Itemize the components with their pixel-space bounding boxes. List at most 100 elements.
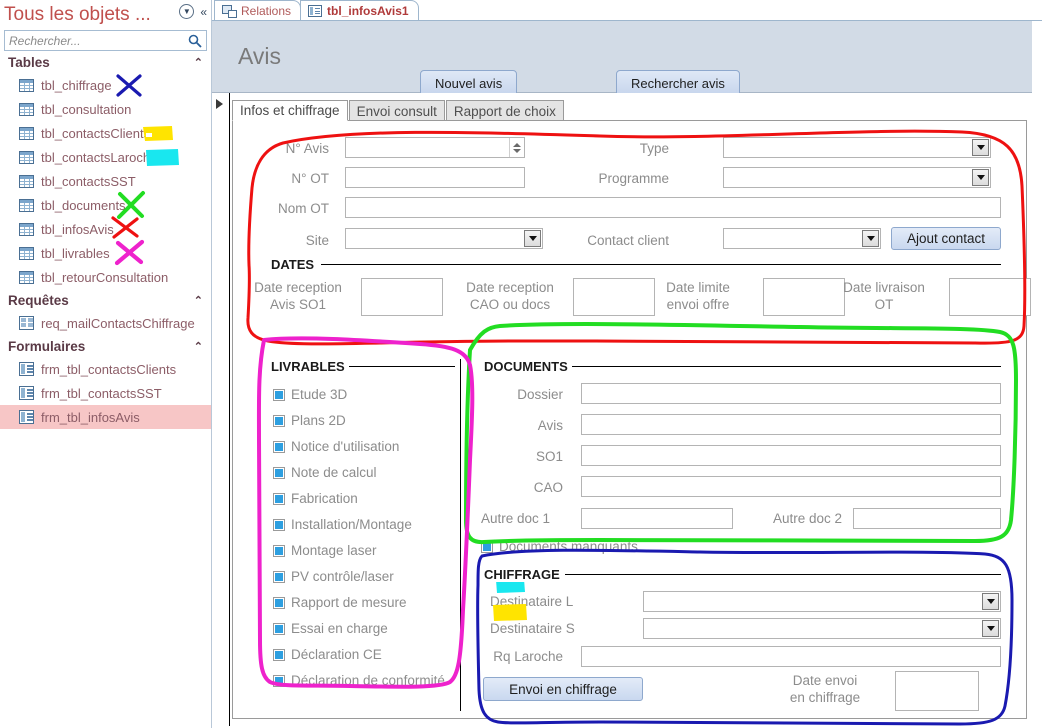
checkbox-icon[interactable]	[273, 622, 285, 635]
envoi-en-chiffrage-button[interactable]: Envoi en chiffrage	[483, 677, 643, 701]
documents-manquants-checkbox-row[interactable]: Documents manquants	[481, 539, 638, 554]
livrable-declaration-de-conformite[interactable]: Déclaration de conformité	[273, 673, 445, 688]
chevron-down-icon[interactable]	[862, 230, 879, 247]
nav-item-label: tbl_contactsSST	[41, 173, 136, 189]
navigation-pane-header: Tous les objets ... ▼ «	[0, 0, 211, 28]
group-header-requetes[interactable]: Requêtes ⌃	[0, 289, 211, 311]
n-avis-input[interactable]	[345, 137, 525, 158]
avis-input[interactable]	[581, 414, 1001, 435]
tab-control: Infos et chiffrage Envoi consult Rapport…	[232, 99, 1031, 719]
nav-item-tbl-contactsclients[interactable]: tbl_contactsClients	[0, 121, 211, 145]
nom-ot-input[interactable]	[345, 197, 1001, 218]
destinataire-laroche-combo[interactable]	[643, 591, 1001, 612]
nav-item-frm-tbl-contactsclients[interactable]: frm_tbl_contactsClients	[0, 357, 211, 381]
nav-item-tbl-livrables[interactable]: tbl_livrables	[0, 241, 211, 265]
nav-item-tbl-documents[interactable]: tbl_documents	[0, 193, 211, 217]
query-icon	[19, 316, 34, 330]
chevron-down-icon[interactable]	[972, 139, 989, 156]
autre-doc-2-input[interactable]	[853, 508, 1001, 529]
checkbox-icon[interactable]	[273, 544, 285, 557]
nav-item-tbl-consultation[interactable]: tbl_consultation	[0, 97, 211, 121]
livrable-label: Montage laser	[291, 543, 377, 558]
checkbox-icon[interactable]	[481, 540, 493, 553]
main-area: Relations tbl_infosAvis1 Avis Nouvel avi…	[212, 0, 1042, 728]
livrable-installation-montage[interactable]: Installation/Montage	[273, 517, 412, 532]
destinataire-sst-label: Destinataire S	[490, 621, 575, 636]
checkbox-icon[interactable]	[273, 492, 285, 505]
livrable-fabrication[interactable]: Fabrication	[273, 491, 358, 506]
site-combo[interactable]	[345, 228, 543, 249]
livrable-pv-controle-laser[interactable]: PV contrôle/laser	[273, 569, 394, 584]
chevron-up-icon[interactable]: ⌃	[194, 294, 203, 307]
dossier-label: Dossier	[517, 387, 563, 402]
nav-item-frm-tbl-contactssst[interactable]: frm_tbl_contactsSST	[0, 381, 211, 405]
tab-envoi-consult[interactable]: Envoi consult	[348, 100, 445, 121]
record-arrow-icon	[216, 99, 223, 109]
table-icon	[19, 126, 34, 140]
double-chevron-left-icon[interactable]: «	[200, 6, 207, 18]
livrable-declaration-ce[interactable]: Déclaration CE	[273, 647, 382, 662]
rq-laroche-input[interactable]	[581, 646, 1001, 667]
group-header-formulaires[interactable]: Formulaires ⌃	[0, 335, 211, 357]
chevron-down-icon[interactable]	[972, 169, 989, 186]
checkbox-icon[interactable]	[273, 440, 285, 453]
nav-item-frm-tbl-infosavis[interactable]: frm_tbl_infosAvis	[0, 405, 211, 429]
nav-item-tbl-chiffrage[interactable]: tbl_chiffrage	[0, 73, 211, 97]
livrable-notice-utilisation[interactable]: Notice d'utilisation	[273, 439, 399, 454]
record-selector[interactable]	[212, 93, 230, 726]
nav-item-label: frm_tbl_infosAvis	[41, 409, 140, 425]
date-envoi-en-chiffrage-input[interactable]	[895, 671, 979, 711]
livrable-plans-2d[interactable]: Plans 2D	[273, 413, 346, 428]
contact-client-combo[interactable]	[723, 228, 881, 249]
nav-item-tbl-retourconsultation[interactable]: tbl_retourConsultation	[0, 265, 211, 289]
livrable-etude-3d[interactable]: Etude 3D	[273, 387, 347, 402]
livrable-essai-en-charge[interactable]: Essai en charge	[273, 621, 388, 636]
dossier-input[interactable]	[581, 383, 1001, 404]
document-tab-tbl-infosavis1[interactable]: tbl_infosAvis1	[300, 0, 419, 20]
checkbox-icon[interactable]	[273, 674, 285, 687]
document-tab-strip: Relations tbl_infosAvis1	[212, 0, 1042, 21]
chevron-up-icon[interactable]: ⌃	[194, 56, 203, 69]
livrable-rapport-de-mesure[interactable]: Rapport de mesure	[273, 595, 407, 610]
autre-doc-1-input[interactable]	[581, 508, 733, 529]
destinataire-sst-combo[interactable]	[643, 618, 1001, 639]
tab-control-strip: Infos et chiffrage Envoi consult Rapport…	[232, 99, 1027, 121]
group-header-tables[interactable]: Tables ⌃	[0, 51, 211, 73]
date-reception-avis-so1-input[interactable]	[361, 278, 443, 316]
ajout-contact-button[interactable]: Ajout contact	[891, 227, 1001, 250]
tab-infos-et-chiffrage[interactable]: Infos et chiffrage	[232, 100, 348, 121]
livrable-montage-laser[interactable]: Montage laser	[273, 543, 377, 558]
checkbox-icon[interactable]	[273, 388, 285, 401]
date-livraison-ot-input[interactable]	[949, 278, 1031, 316]
chevron-down-icon[interactable]	[524, 230, 541, 247]
so1-input[interactable]	[581, 445, 1001, 466]
programme-combo[interactable]	[723, 167, 991, 188]
document-tab-relations[interactable]: Relations	[214, 0, 302, 20]
search-input[interactable]	[5, 31, 206, 50]
checkbox-icon[interactable]	[273, 414, 285, 427]
nav-item-tbl-contactssst[interactable]: tbl_contactsSST	[0, 169, 211, 193]
nav-item-req-mailcontactschiffrage[interactable]: req_mailContactsChiffrage	[0, 311, 211, 335]
table-icon	[19, 174, 34, 188]
tab-rapport-de-choix[interactable]: Rapport de choix	[445, 100, 564, 121]
checkbox-icon[interactable]	[273, 570, 285, 583]
livrable-label: Déclaration de conformité	[291, 673, 445, 688]
circle-chevron-down-icon[interactable]: ▼	[179, 4, 195, 19]
chevron-up-icon[interactable]: ⌃	[194, 340, 203, 353]
checkbox-icon[interactable]	[273, 518, 285, 531]
cao-input[interactable]	[581, 476, 1001, 497]
spinner-icon[interactable]	[509, 138, 524, 157]
checkbox-icon[interactable]	[273, 596, 285, 609]
n-ot-input[interactable]	[345, 167, 525, 188]
nav-item-label: tbl_infosAvis	[41, 221, 114, 237]
checkbox-icon[interactable]	[273, 466, 285, 479]
form-icon	[19, 362, 34, 376]
chevron-down-icon[interactable]	[982, 593, 999, 610]
nav-item-tbl-contactslaroche[interactable]: tbl_contactsLaroche	[0, 145, 211, 169]
navigation-search[interactable]	[4, 30, 207, 51]
type-combo[interactable]	[723, 137, 991, 158]
nav-item-tbl-infosavis[interactable]: tbl_infosAvis	[0, 217, 211, 241]
chevron-down-icon[interactable]	[982, 620, 999, 637]
livrable-note-de-calcul[interactable]: Note de calcul	[273, 465, 377, 480]
checkbox-icon[interactable]	[273, 648, 285, 661]
